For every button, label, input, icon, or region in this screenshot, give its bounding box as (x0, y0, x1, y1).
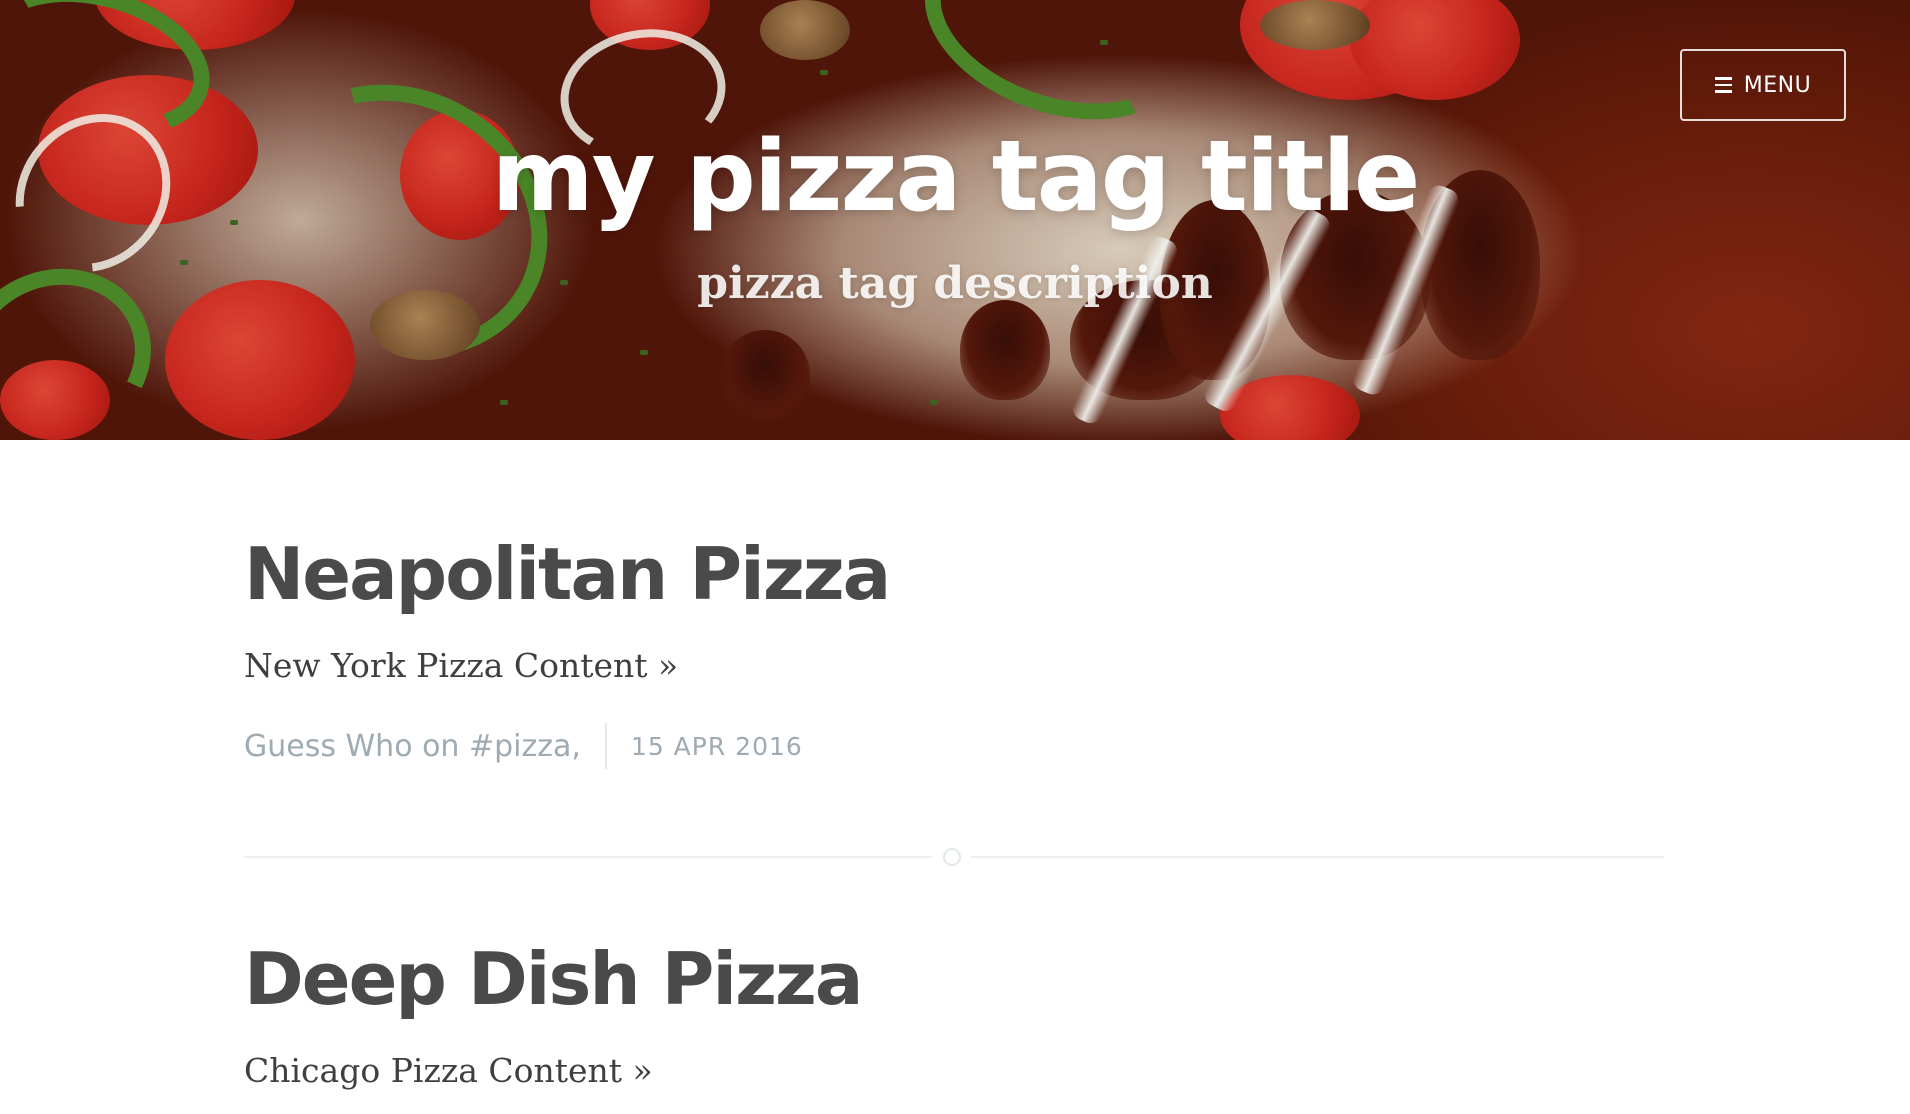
page-title: my pizza tag title (491, 120, 1421, 234)
separator-line (971, 856, 1664, 858)
post-author-tag[interactable]: Guess Who on #pizza, (244, 729, 581, 764)
menu-label: MENU (1743, 72, 1812, 98)
post-excerpt-link[interactable]: Chicago Pizza Content » (244, 1051, 1664, 1090)
post-card: Neapolitan Pizza New York Pizza Content … (244, 440, 1664, 769)
post-excerpt-link[interactable]: New York Pizza Content » (244, 646, 1664, 685)
post-feed: Neapolitan Pizza New York Pizza Content … (244, 440, 1664, 1090)
page-description: pizza tag description (697, 258, 1213, 309)
post-meta: Guess Who on #pizza, 15 APR 2016 (244, 723, 1664, 769)
menu-button[interactable]: MENU (1680, 49, 1846, 121)
site-header: MENU my pizza tag title pizza tag descri… (0, 0, 1910, 440)
post-title-link[interactable]: Deep Dish Pizza (244, 867, 1664, 1015)
post-date: 15 APR 2016 (630, 731, 803, 761)
post-card: Deep Dish Pizza Chicago Pizza Content » (244, 867, 1664, 1090)
hamburger-icon (1714, 77, 1732, 93)
separator-dot-icon (943, 848, 961, 866)
separator-line (244, 856, 932, 858)
post-separator (244, 847, 1664, 867)
meta-divider (604, 723, 607, 769)
post-title-link[interactable]: Neapolitan Pizza (244, 440, 1664, 610)
